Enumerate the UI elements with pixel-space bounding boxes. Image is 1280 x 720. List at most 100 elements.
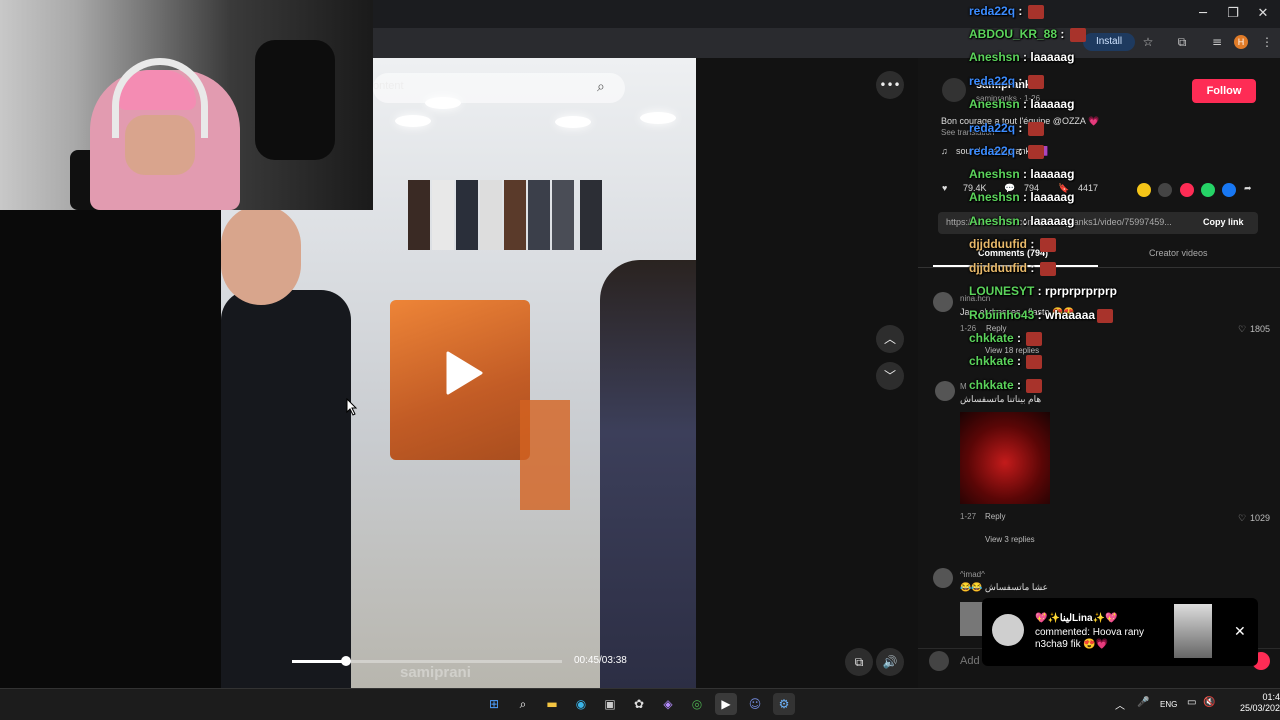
chat-separator: : xyxy=(1013,378,1025,392)
chat-text: rprprprprprp xyxy=(1045,284,1118,298)
speaker-muted-icon[interactable]: 🔇 xyxy=(1203,697,1215,708)
facebook-icon[interactable] xyxy=(1222,183,1236,197)
chat-separator: : xyxy=(1019,214,1031,228)
restore-button[interactable]: ❐ xyxy=(1218,4,1248,24)
chat-separator: : xyxy=(1019,50,1031,64)
language-indicator[interactable]: ENG xyxy=(1160,700,1177,709)
clothing-item xyxy=(504,180,526,250)
play-icon[interactable] xyxy=(444,350,484,396)
browser-menu-icon[interactable]: ⋮ xyxy=(1258,33,1276,51)
share-arrow-icon[interactable]: ➦ xyxy=(1244,183,1252,194)
chat-emote-icon xyxy=(1039,261,1056,276)
discord-icon[interactable]: ☺ xyxy=(744,693,766,715)
chat-separator: : xyxy=(1019,190,1031,204)
comment-username[interactable]: M xyxy=(960,382,967,391)
hands-on-face xyxy=(125,115,195,175)
embed-icon[interactable] xyxy=(1158,183,1172,197)
comment-heart-icon[interactable]: ♡ xyxy=(1238,513,1246,524)
chat-message: Aneshsn : laaaaag xyxy=(969,97,1074,111)
tray-chevron-icon[interactable]: ︿ xyxy=(1115,697,1125,712)
comment-avatar[interactable] xyxy=(933,568,953,588)
chat-separator: : xyxy=(1015,74,1026,88)
chat-emote-icon xyxy=(1026,378,1043,393)
follow-button[interactable]: Follow xyxy=(1192,79,1256,103)
minimize-button[interactable]: ─ xyxy=(1188,4,1218,24)
chat-separator: : xyxy=(1026,261,1038,275)
send-icon[interactable] xyxy=(1180,183,1194,197)
comment-avatar[interactable] xyxy=(933,292,953,312)
chat-separator: : xyxy=(1019,97,1031,111)
view-replies-button[interactable]: View 3 replies xyxy=(985,535,1035,544)
bookmark-star-icon[interactable]: ☆ xyxy=(1139,33,1157,51)
search-taskbar-icon[interactable]: ⌕ xyxy=(512,693,534,715)
search-icon[interactable]: ⌕ xyxy=(597,79,605,95)
floating-player-icon[interactable]: ⧉ xyxy=(845,648,873,676)
start-menu-icon[interactable]: ⊞ xyxy=(483,693,505,715)
install-app-button[interactable]: Install xyxy=(1083,33,1135,51)
clothing-item xyxy=(432,180,454,250)
close-notification-icon[interactable]: ✕ xyxy=(1234,624,1246,640)
comment-image[interactable] xyxy=(960,602,984,636)
whatsapp-icon[interactable] xyxy=(1201,183,1215,197)
comment-avatar[interactable] xyxy=(935,381,955,401)
previous-video-icon[interactable]: ︿ xyxy=(876,325,904,353)
chat-username: chkkate xyxy=(969,331,1014,345)
add-comment-input[interactable]: Add xyxy=(960,655,980,667)
file-explorer-icon[interactable]: ▬ xyxy=(541,693,563,715)
clock-date: 25/03/2026 xyxy=(1240,703,1280,713)
volume-icon[interactable]: 🔊 xyxy=(876,648,904,676)
chat-separator: : xyxy=(1015,144,1026,158)
extensions-icon[interactable]: ⧉ xyxy=(1173,33,1191,51)
chat-message: reda22q : xyxy=(969,4,1044,19)
network-icon[interactable]: ▭ xyxy=(1187,697,1196,708)
search-input[interactable] xyxy=(373,73,625,103)
chat-text: laaaaag xyxy=(1030,167,1075,181)
chat-message: Aneshsn : laaaaag xyxy=(969,50,1074,64)
media-player-icon[interactable]: ▶ xyxy=(715,693,737,715)
comment-image[interactable] xyxy=(960,412,1050,504)
app-icon[interactable]: ✿ xyxy=(628,693,650,715)
gift-share-icon[interactable] xyxy=(1137,183,1151,197)
chat-message: reda22q : xyxy=(969,144,1044,159)
system-clock[interactable]: 01:40 25/03/2026 xyxy=(1240,692,1280,714)
steam-icon[interactable]: ⚙ xyxy=(773,693,795,715)
creator-avatar[interactable] xyxy=(942,78,966,102)
chrome-icon[interactable]: ◎ xyxy=(686,693,708,715)
chat-username: Robiinho43 xyxy=(969,308,1035,322)
clothing-item xyxy=(408,180,430,250)
close-window-button[interactable]: ✕ xyxy=(1248,4,1278,24)
ceiling-light xyxy=(395,115,431,127)
chat-username: chkkate xyxy=(969,354,1014,368)
comment-likes: 1029 xyxy=(1250,513,1271,523)
chat-emote-icon xyxy=(1027,144,1044,159)
chat-separator: : xyxy=(1034,308,1046,322)
microphone-tray-icon[interactable]: 🎤 xyxy=(1137,697,1149,708)
chat-text: laaaaag xyxy=(1030,50,1075,64)
chat-username: Aneshsn xyxy=(969,190,1020,204)
copy-link-button[interactable]: Copy link xyxy=(1203,217,1244,227)
chat-separator: : xyxy=(1034,284,1046,298)
comment-username[interactable]: ^imad^ xyxy=(960,570,985,579)
progress-knob[interactable] xyxy=(341,656,351,666)
tab-creator-videos[interactable]: Creator videos xyxy=(1149,248,1208,258)
chat-separator: : xyxy=(1013,354,1025,368)
store-icon[interactable]: ▣ xyxy=(599,693,621,715)
chat-text: laaaaag xyxy=(1030,214,1075,228)
more-options-icon[interactable]: ••• xyxy=(876,71,904,99)
comment-text: 😂😂 عشا ماتسفساش xyxy=(960,582,1048,592)
comment-heart-icon[interactable]: ♡ xyxy=(1238,324,1246,335)
man-head xyxy=(221,205,301,305)
chat-username: Aneshsn xyxy=(969,167,1020,181)
edge-icon[interactable]: ◉ xyxy=(570,693,592,715)
clothing-item xyxy=(580,180,602,250)
next-video-icon[interactable]: ﹀ xyxy=(876,362,904,390)
chat-emote-icon xyxy=(1027,74,1044,89)
chat-message: reda22q : xyxy=(969,121,1044,136)
chat-username: ABDOU_KR_88 xyxy=(969,27,1058,41)
chat-message: LOUNESYT : rprprprprprp xyxy=(969,284,1117,298)
heart-icon[interactable]: ♥ xyxy=(942,183,947,193)
reading-list-icon[interactable]: ≡ xyxy=(1208,33,1226,51)
profile-avatar[interactable]: H xyxy=(1234,35,1248,49)
reply-button[interactable]: Reply xyxy=(985,512,1005,521)
twitch-icon[interactable]: ◈ xyxy=(657,693,679,715)
